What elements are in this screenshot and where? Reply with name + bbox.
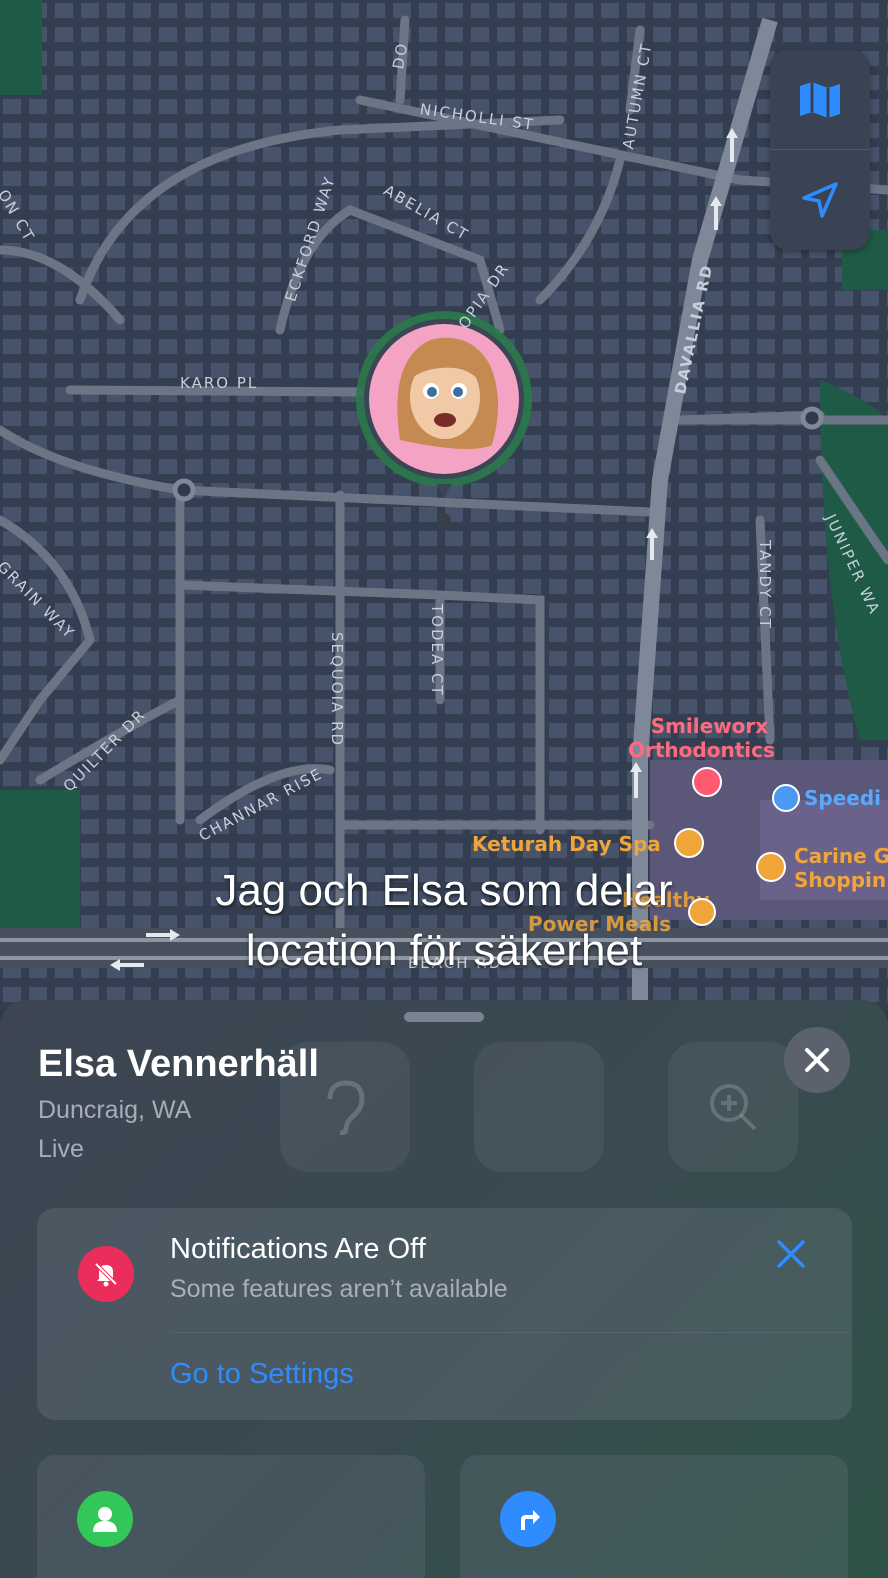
magnifier-plus-icon (710, 1084, 757, 1131)
poi-label: Smileworx (650, 714, 769, 738)
close-icon (805, 1048, 829, 1072)
contact-tile[interactable] (37, 1455, 425, 1578)
arrows-icon[interactable] (772, 784, 800, 812)
directions-arrow-icon (500, 1491, 556, 1547)
close-icon (777, 1240, 805, 1268)
caption-line-2: location för säkerhet (245, 926, 643, 975)
street-label: TANDY CT (756, 540, 774, 630)
lotus-icon[interactable] (674, 828, 704, 858)
divider (170, 1332, 852, 1333)
map-mode-button[interactable] (770, 50, 870, 150)
sheet-grabber[interactable] (404, 1012, 484, 1022)
go-to-settings-link[interactable]: Go to Settings (170, 1358, 354, 1391)
notification-title: Notifications Are Off (170, 1233, 426, 1265)
ear-icon (327, 1080, 365, 1135)
map-controls (770, 50, 870, 250)
street-label: SEQUOIA RD (328, 632, 346, 748)
map-view[interactable]: NICHOLLI ST AUTUMN CT DO ABELIA CT ECKFO… (0, 0, 888, 1010)
poi-speed[interactable]: Speedi (804, 786, 881, 810)
close-button[interactable] (784, 1027, 850, 1093)
poi-spa[interactable]: Keturah Day Spa (472, 832, 661, 856)
find-nearby-button[interactable] (668, 1042, 798, 1172)
poi-orthodontics[interactable]: Smileworx Orthodontics (628, 714, 775, 762)
tooth-icon[interactable] (692, 767, 722, 797)
location-arrow-icon (802, 182, 838, 218)
notification-subtitle: Some features aren’t available (170, 1275, 508, 1303)
map-icon (800, 82, 840, 118)
poi-label: Orthodontics (628, 738, 775, 762)
notify-button[interactable] (474, 1042, 604, 1172)
person-sheet: Elsa Vennerhäll Duncraig, WA Live Notifi… (0, 1000, 888, 1578)
caption-line-1: Jag och Elsa som delar (215, 866, 673, 915)
person-status: Live (38, 1135, 84, 1163)
person-location: Duncraig, WA (38, 1096, 192, 1124)
street-label: KARO PL (180, 374, 259, 392)
map-canvas (0, 0, 888, 1010)
current-location-button[interactable] (770, 150, 870, 250)
dismiss-notification-button[interactable] (769, 1232, 813, 1276)
bell-slash-icon (78, 1246, 134, 1302)
street-label: TODEA CT (428, 604, 446, 697)
person-name: Elsa Vennerhäll (38, 1043, 319, 1085)
directions-tile[interactable] (460, 1455, 848, 1578)
notification-card: Notifications Are Off Some features aren… (37, 1208, 852, 1420)
person-icon (77, 1491, 133, 1547)
